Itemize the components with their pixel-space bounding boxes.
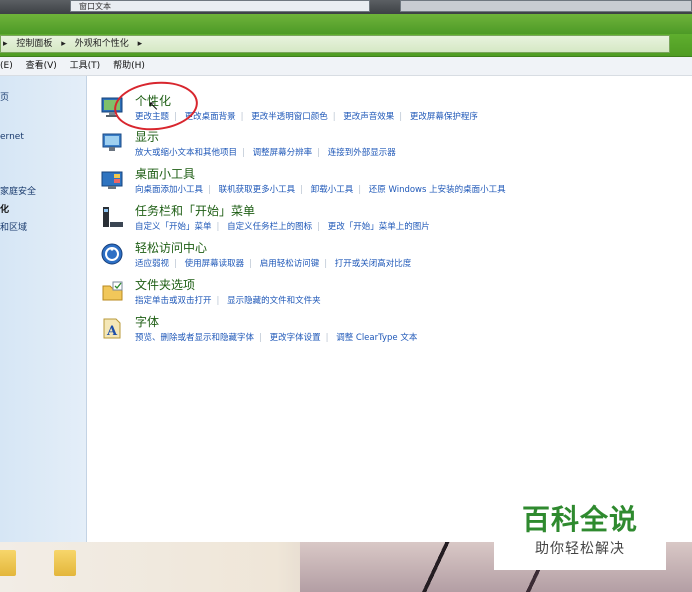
category-title[interactable]: 任务栏和「开始」菜单	[135, 202, 255, 219]
nav-item-family-safety[interactable]: 家庭安全	[0, 184, 36, 197]
link-preview-fonts[interactable]: 预览、删除或者显示和隐藏字体	[135, 333, 254, 343]
category-links: 预览、删除或者显示和隐藏字体 | 更改字体设置 | 调整 ClearType 文本	[135, 333, 418, 343]
link-sound-effects[interactable]: 更改声音效果	[343, 112, 394, 122]
category-links: 指定单击或双击打开 | 显示隐藏的文件和文件夹	[135, 296, 321, 306]
breadcrumb-item-control-panel[interactable]: 控制面板	[16, 39, 52, 49]
breadcrumb-arrow-icon[interactable]: ▸	[3, 39, 8, 49]
link-window-color[interactable]: 更改半透明窗口颜色	[251, 112, 328, 122]
window-title-bar[interactable]	[0, 14, 692, 34]
link-external-display[interactable]: 连接到外部显示器	[328, 148, 396, 158]
link-access-keys[interactable]: 启用轻松访问键	[260, 259, 320, 269]
menu-edit[interactable]: (E)	[0, 61, 13, 71]
link-cleartype[interactable]: 调整 ClearType 文本	[336, 333, 417, 343]
fonts-icon: A	[103, 318, 121, 339]
menu-help[interactable]: 帮助(H)	[113, 61, 145, 71]
watermark-logo: 百科全说	[521, 503, 638, 536]
category-title[interactable]: 轻松访问中心	[135, 239, 207, 256]
nav-item-region[interactable]: 和区域	[0, 220, 27, 233]
link-restore-gadgets[interactable]: 还原 Windows 上安装的桌面小工具	[369, 185, 506, 195]
link-start-picture[interactable]: 更改「开始」菜单上的图片	[328, 222, 430, 232]
link-font-settings[interactable]: 更改字体设置	[270, 333, 321, 343]
watermark-slogan: 助你轻松解决	[535, 541, 625, 557]
menu-view[interactable]: 查看(V)	[26, 61, 57, 71]
taskbar-icon	[103, 207, 123, 227]
svg-text:A: A	[106, 324, 118, 339]
link-show-hidden[interactable]: 显示隐藏的文件和文件夹	[227, 296, 321, 306]
category-title[interactable]: 桌面小工具	[135, 165, 195, 182]
category-title[interactable]: 文件夹选项	[135, 276, 195, 293]
link-low-vision[interactable]: 适应弱视	[135, 259, 169, 269]
ease-of-access-icon	[101, 243, 123, 265]
category-title[interactable]: 显示	[135, 128, 159, 145]
address-bar: ▸ 控制面板 ▸ 外观和个性化 ▸	[0, 34, 692, 57]
link-customize-start[interactable]: 自定义「开始」菜单	[135, 222, 212, 232]
navigation-pane: 页 ernet 家庭安全 化 和区域	[0, 76, 87, 542]
category-links: 适应弱视 | 使用屏幕读取器 | 启用轻松访问键 | 打开或关闭高对比度	[135, 259, 412, 269]
breadcrumb-arrow-icon[interactable]: ▸	[61, 39, 66, 49]
mouse-cursor-icon: ↖	[148, 99, 159, 114]
watermark: 百科全说 助你轻松解决	[494, 484, 666, 570]
category-title[interactable]: 字体	[135, 313, 159, 330]
breadcrumb-item-appearance[interactable]: 外观和个性化	[75, 39, 129, 49]
link-uninstall-gadget[interactable]: 卸载小工具	[311, 185, 354, 195]
folder-options-icon	[102, 281, 123, 301]
link-add-gadgets[interactable]: 向桌面添加小工具	[135, 185, 203, 195]
link-text-size[interactable]: 放大或缩小文本和其他项目	[135, 148, 237, 158]
nav-item-personalization[interactable]: 化	[0, 202, 9, 215]
nav-item-home[interactable]: 页	[0, 90, 9, 103]
menu-bar: (E) 查看(V) 工具(T) 帮助(H)	[0, 57, 692, 76]
category-links: 自定义「开始」菜单 | 自定义任务栏上的图标 | 更改「开始」菜单上的图片	[135, 222, 430, 232]
link-screensaver[interactable]: 更改屏幕保护程序	[410, 112, 478, 122]
link-screen-reader[interactable]: 使用屏幕读取器	[185, 259, 245, 269]
link-high-contrast[interactable]: 打开或关闭高对比度	[335, 259, 412, 269]
main-content: 个性化 更改主题 | 更改桌面背景 | 更改半透明窗口颜色 | 更改声音效果 | 更改屏…	[87, 76, 692, 542]
category-links: 放大或缩小文本和其他项目 | 调整屏幕分辨率 | 连接到外部显示器	[135, 148, 396, 158]
link-resolution[interactable]: 调整屏幕分辨率	[253, 148, 313, 158]
desktop-folder-icon[interactable]	[54, 550, 76, 576]
breadcrumb-arrow-icon[interactable]: ▸	[138, 39, 143, 49]
breadcrumb[interactable]: ▸ 控制面板 ▸ 外观和个性化 ▸	[0, 35, 670, 53]
link-get-more-gadgets[interactable]: 联机获取更多小工具	[219, 185, 296, 195]
nav-item-internet[interactable]: ernet	[0, 132, 24, 142]
link-taskbar-icons[interactable]: 自定义任务栏上的图标	[227, 222, 312, 232]
category-links: 向桌面添加小工具 | 联机获取更多小工具 | 卸载小工具 | 还原 Windows 上…	[135, 185, 506, 195]
background-window[interactable]: 窗口文本	[70, 0, 370, 12]
desktop-folder-icon[interactable]	[0, 550, 16, 576]
gadgets-icon	[101, 171, 123, 189]
background-window-strip: 窗口文本	[0, 0, 692, 14]
display-icon	[102, 133, 122, 151]
menu-tools[interactable]: 工具(T)	[70, 61, 101, 71]
background-window-2[interactable]	[400, 0, 692, 12]
link-click-open[interactable]: 指定单击或双击打开	[135, 296, 212, 306]
